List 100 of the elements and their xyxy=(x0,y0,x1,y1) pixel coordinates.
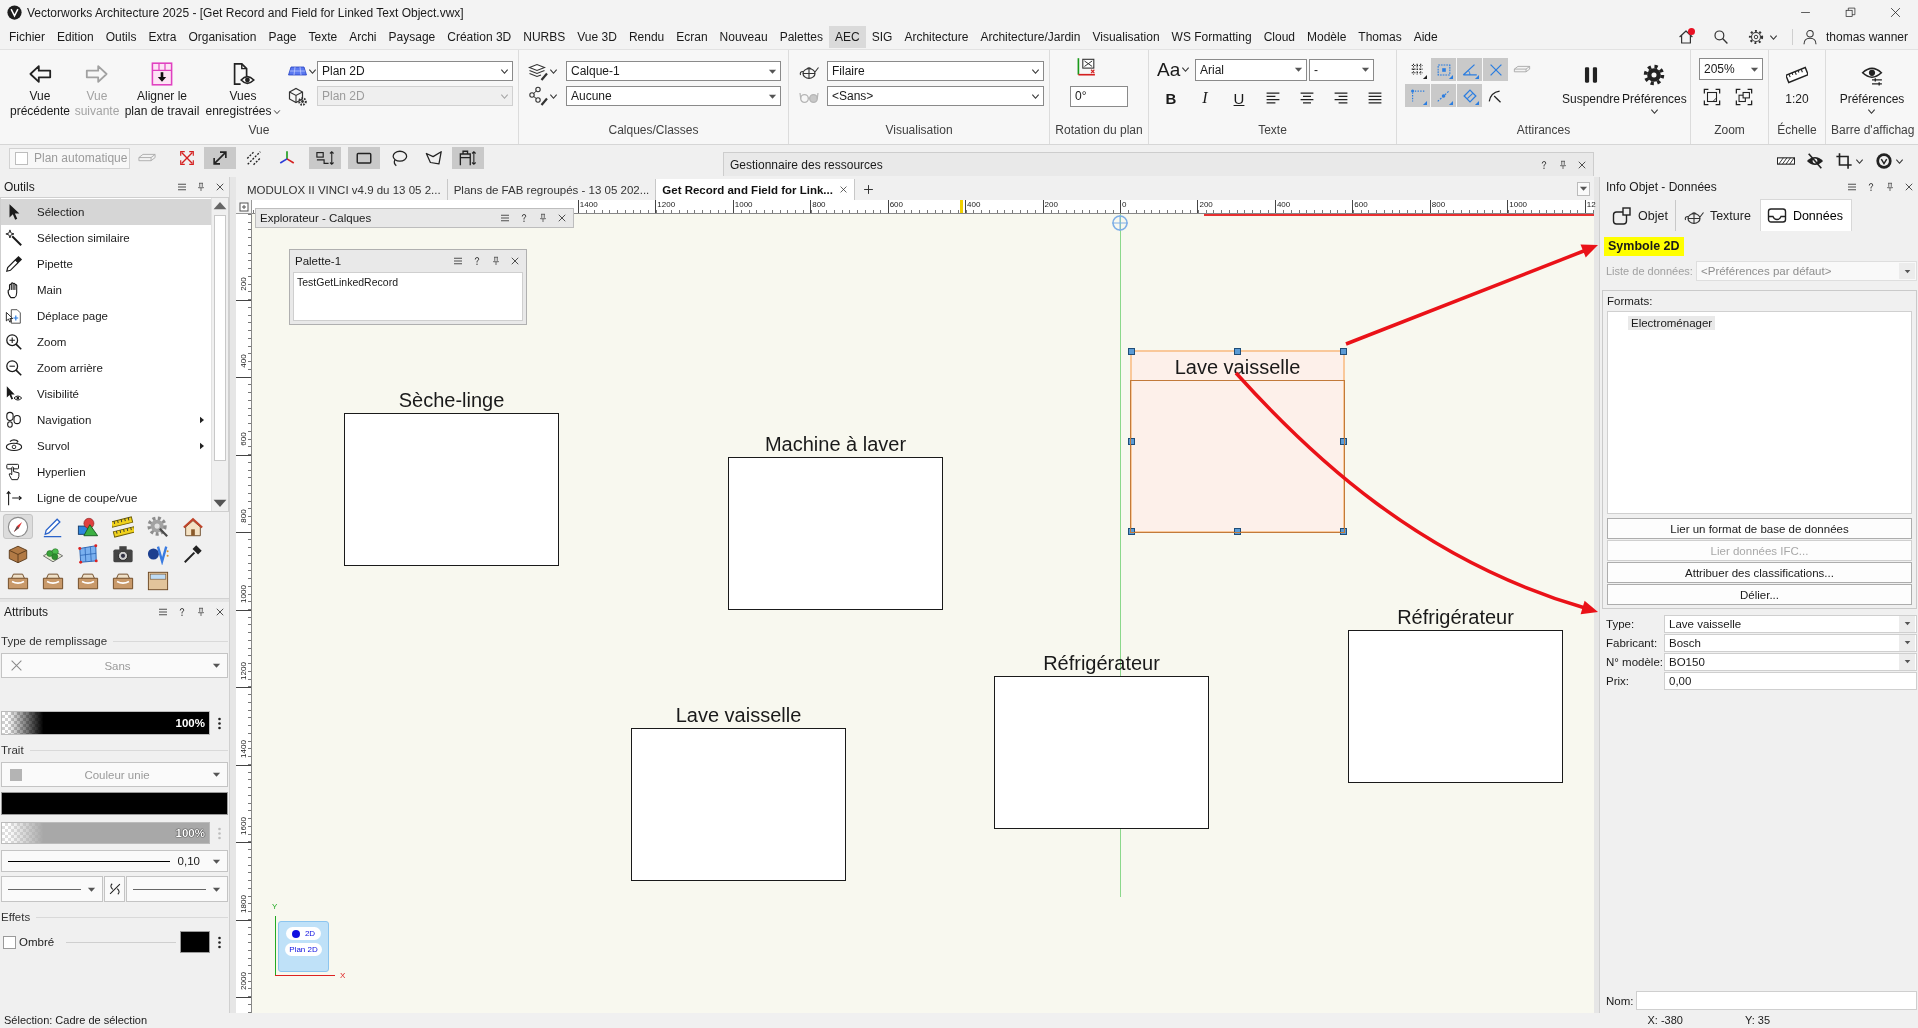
resize-handle[interactable] xyxy=(1128,528,1135,535)
tool-item[interactable]: Zoom xyxy=(1,329,211,355)
resize-handle[interactable] xyxy=(1340,528,1347,535)
italic-button[interactable]: I xyxy=(1191,87,1219,109)
scrollbar[interactable] xyxy=(211,198,228,511)
tool-item[interactable]: Déplace page xyxy=(1,303,211,329)
view-mode-toggle[interactable] xyxy=(452,147,484,169)
nodes-pen-icon[interactable] xyxy=(528,86,548,106)
toolbar-button[interactable] xyxy=(1833,150,1866,172)
tool-item[interactable]: Navigation xyxy=(1,407,211,433)
menu-item[interactable]: Thomas xyxy=(1352,26,1408,48)
text-style-button[interactable]: Aa xyxy=(1157,58,1192,81)
ruler-origin-icon[interactable] xyxy=(238,201,249,212)
previous-view-button[interactable]: Vue précédente xyxy=(9,55,71,119)
menu-item[interactable]: Texte xyxy=(302,26,344,48)
tool-item[interactable]: Main xyxy=(1,277,211,303)
stroke-color-swatch[interactable] xyxy=(1,792,228,815)
tool-item[interactable]: Sélection xyxy=(1,199,211,225)
checkbox[interactable] xyxy=(3,935,16,949)
bold-button[interactable]: B xyxy=(1157,87,1185,109)
tool-item[interactable]: Zoom arrière xyxy=(1,355,211,381)
view-mode-toggle[interactable] xyxy=(204,147,236,169)
snap-toggle[interactable] xyxy=(1431,84,1456,107)
scroll-thumb[interactable] xyxy=(214,215,226,461)
layer-dropdown[interactable]: Calque-1 xyxy=(566,61,781,81)
line-end-dropdown[interactable] xyxy=(126,876,228,902)
resize-handle[interactable] xyxy=(1128,348,1135,355)
tab[interactable]: Données xyxy=(1759,199,1852,231)
fill-opacity-bar[interactable]: 100% xyxy=(1,711,210,735)
background-render-dropdown[interactable]: <Sans> xyxy=(827,86,1044,106)
close-icon[interactable] xyxy=(838,185,848,194)
plane-badge[interactable]: 2D Plan 2D xyxy=(278,921,329,972)
rotation-field[interactable]: 0° xyxy=(1070,86,1128,107)
menu-item[interactable]: Edition xyxy=(51,26,100,48)
underline-button[interactable]: U xyxy=(1225,87,1253,109)
resize-handle[interactable] xyxy=(1233,528,1241,535)
toolbar-button[interactable] xyxy=(1873,150,1906,172)
menu-item[interactable]: Archi xyxy=(343,26,383,48)
resize-handle[interactable] xyxy=(1340,348,1347,355)
tab-list-button[interactable] xyxy=(1577,181,1590,196)
list-item[interactable]: TestGetLinkedRecord xyxy=(297,276,398,288)
document-tab[interactable]: Get Record and Field for Link... xyxy=(656,179,855,200)
zoom-dropdown[interactable]: 205% xyxy=(1699,58,1763,80)
toolbar-button[interactable] xyxy=(1804,150,1826,172)
menu-item[interactable]: Création 3D xyxy=(441,26,518,48)
tool-item[interactable]: Sélection similaire xyxy=(1,225,211,251)
resize-handle[interactable] xyxy=(1128,437,1135,445)
snap-toggle[interactable] xyxy=(1483,58,1508,81)
tool-item[interactable]: Ligne de coupe/vue xyxy=(1,485,211,511)
classify-button[interactable]: Attribuer des classifications... xyxy=(1607,562,1912,583)
tool-item[interactable]: Survol xyxy=(1,433,211,459)
name-field[interactable] xyxy=(1636,991,1917,1010)
symbol-rectangle[interactable] xyxy=(344,413,559,566)
value-dropdown[interactable]: Lave vaisselle xyxy=(1664,614,1917,633)
suspend-button[interactable]: Suspendre xyxy=(1562,50,1621,106)
link-format-button[interactable]: Lier un format de base de données xyxy=(1607,518,1912,539)
palette-header[interactable]: Explorateur - Calques xyxy=(255,208,574,228)
account-button[interactable]: thomas wanner xyxy=(1797,26,1912,48)
render-mode-dropdown[interactable]: Filaire xyxy=(827,61,1044,81)
line-thickness-dropdown[interactable]: 0,10 xyxy=(1,850,228,872)
snap-preferences-button[interactable]: Préférences xyxy=(1622,50,1687,116)
menu-item[interactable]: Vue 3D xyxy=(571,26,623,48)
tab[interactable]: Texture xyxy=(1676,199,1760,231)
font-dropdown[interactable]: Arial xyxy=(1195,58,1307,81)
resize-handle[interactable] xyxy=(1340,437,1347,445)
snap-toggle[interactable] xyxy=(1431,58,1456,81)
menu-item[interactable]: Fichier xyxy=(3,26,51,48)
menu-item[interactable]: Extra xyxy=(142,26,183,48)
symbol-rectangle[interactable] xyxy=(631,728,846,881)
tool-item[interactable]: Pipette xyxy=(1,251,211,277)
menu-item[interactable]: Organisation xyxy=(182,26,263,48)
snap-toggle[interactable] xyxy=(1457,58,1482,81)
shadow-color-swatch[interactable] xyxy=(180,931,210,953)
menu-item[interactable]: Palettes xyxy=(773,26,829,48)
menu-item[interactable]: Paysage xyxy=(382,26,442,48)
menu-item[interactable]: Cloud xyxy=(1257,26,1301,48)
view-mode-toggle[interactable] xyxy=(348,147,380,169)
menu-item[interactable]: Rendu xyxy=(622,26,671,48)
symbol-rectangle[interactable] xyxy=(994,676,1209,829)
menu-item[interactable]: AEC xyxy=(829,26,866,48)
tab[interactable]: Objet xyxy=(1605,199,1677,231)
list-item[interactable]: Electroménager xyxy=(1628,316,1716,330)
size-dropdown[interactable]: - xyxy=(1309,58,1374,81)
tool-item[interactable]: Hyperlien xyxy=(1,459,211,485)
value-dropdown[interactable]: Bosch xyxy=(1664,633,1917,652)
menu-item[interactable]: Aide xyxy=(1407,26,1444,48)
menu-item[interactable]: Nouveau xyxy=(713,26,774,48)
symbol-rectangle[interactable] xyxy=(1348,630,1563,783)
tool-item[interactable]: Visibilité xyxy=(1,381,211,407)
view-mode-toggle[interactable] xyxy=(309,147,341,169)
menu-item[interactable]: Architecture/Jardin xyxy=(974,26,1087,48)
align-plane-button[interactable]: Aligner le plan de travail xyxy=(123,55,201,119)
line-start-dropdown[interactable] xyxy=(1,876,103,902)
cube-gear-icon[interactable] xyxy=(287,86,307,106)
snap-toggle[interactable] xyxy=(1457,84,1482,107)
display-preferences-button[interactable]: Préférences xyxy=(1839,50,1905,116)
resize-handle[interactable] xyxy=(1233,348,1241,355)
scale-button[interactable]: 1:20 xyxy=(1785,50,1809,106)
class-dropdown[interactable]: Aucune xyxy=(566,86,781,106)
menu-item[interactable]: SIG xyxy=(865,26,899,48)
